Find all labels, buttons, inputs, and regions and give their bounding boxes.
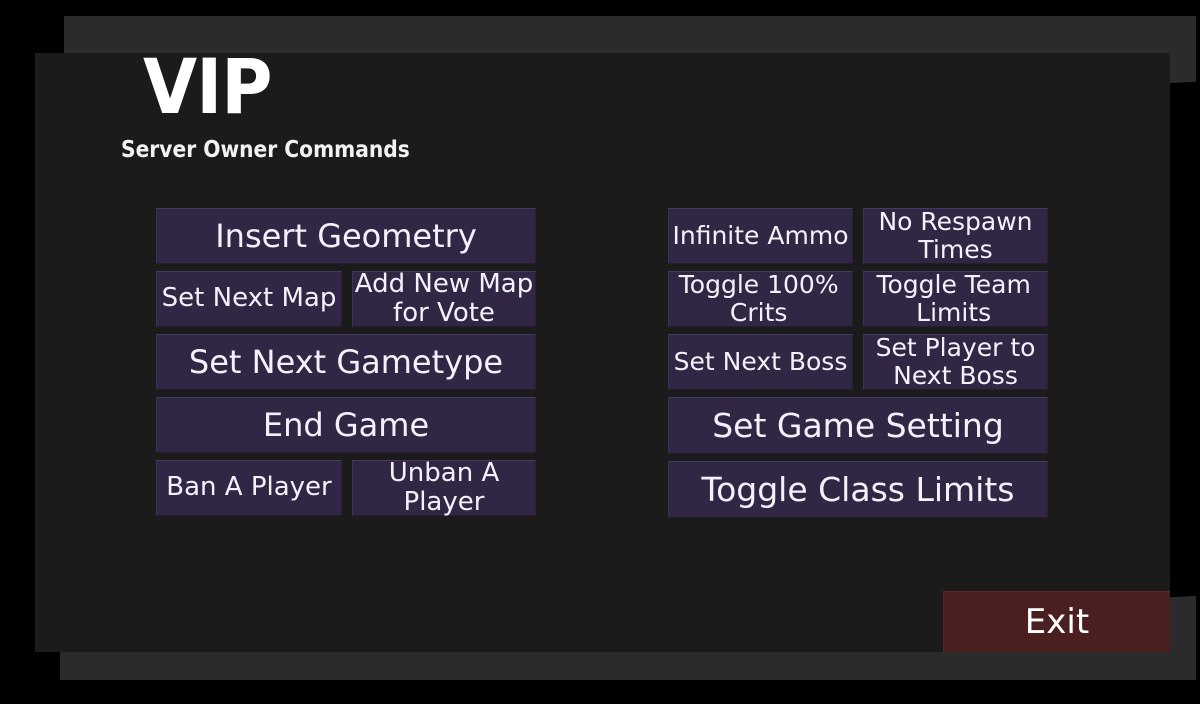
button-label: Toggle Team Limits (876, 270, 1031, 327)
button-label: Unban A Player (388, 457, 500, 517)
infinite-ammo-button[interactable]: Infinite Ammo (668, 208, 853, 264)
button-row: Set Next Map Add New Map for Vote (156, 268, 536, 328)
insert-geometry-button[interactable]: Insert Geometry (156, 208, 536, 264)
toggle-class-limits-button[interactable]: Toggle Class Limits (668, 461, 1048, 518)
button-label: Set Player to Next Boss (875, 333, 1036, 390)
button-label: Infinite Ammo (672, 221, 849, 250)
button-label: Toggle 100% Crits (678, 270, 839, 327)
button-row: Set Next Gametype (156, 334, 536, 390)
exit-button[interactable]: Exit (943, 591, 1170, 652)
exit-button-label: Exit (1024, 602, 1090, 642)
button-label: Insert Geometry (215, 217, 477, 255)
button-label: Add New Map for Vote (354, 268, 534, 328)
button-row: Set Game Setting (668, 397, 1048, 454)
button-label: No Respawn Times (878, 207, 1033, 264)
add-new-map-for-vote-button[interactable]: Add New Map for Vote (352, 268, 536, 328)
end-game-button[interactable]: End Game (156, 397, 536, 453)
toggle-100-percent-crits-button[interactable]: Toggle 100% Crits (668, 271, 853, 327)
button-label: Set Next Boss (673, 347, 848, 376)
set-game-setting-button[interactable]: Set Game Setting (668, 397, 1048, 454)
button-row: Insert Geometry (156, 208, 536, 264)
left-command-column: Insert Geometry Set Next Map Add New Map… (156, 208, 536, 523)
button-row: Ban A Player Unban A Player (156, 457, 536, 517)
button-label: Set Game Setting (712, 406, 1004, 445)
vip-menu-screen: VIP Server Owner Commands Insert Geometr… (0, 0, 1200, 704)
button-row: Infinite Ammo No Respawn Times (668, 208, 1048, 264)
set-player-to-next-boss-button[interactable]: Set Player to Next Boss (863, 334, 1048, 390)
button-row: Set Next Boss Set Player to Next Boss (668, 334, 1048, 390)
ban-a-player-button[interactable]: Ban A Player (156, 460, 342, 516)
button-label: Set Next Gametype (188, 343, 504, 381)
set-next-boss-button[interactable]: Set Next Boss (668, 334, 853, 390)
right-command-column: Infinite Ammo No Respawn Times Toggle 10… (668, 208, 1048, 525)
button-label: Ban A Player (166, 472, 332, 503)
panel-header: VIP Server Owner Commands (121, 42, 843, 164)
set-next-map-button[interactable]: Set Next Map (156, 271, 342, 327)
toggle-team-limits-button[interactable]: Toggle Team Limits (863, 271, 1048, 327)
vip-panel: VIP Server Owner Commands Insert Geometr… (35, 45, 1170, 652)
page-title: VIP (143, 42, 273, 131)
button-row: Toggle Class Limits (668, 461, 1048, 518)
button-label: End Game (262, 406, 430, 444)
no-respawn-times-button[interactable]: No Respawn Times (863, 208, 1048, 264)
button-label: Set Next Map (161, 283, 337, 314)
button-row: Toggle 100% Crits Toggle Team Limits (668, 271, 1048, 327)
unban-a-player-button[interactable]: Unban A Player (352, 457, 536, 517)
button-label: Toggle Class Limits (701, 470, 1015, 509)
set-next-gametype-button[interactable]: Set Next Gametype (156, 334, 536, 390)
page-subtitle: Server Owner Commands (121, 137, 410, 163)
button-row: End Game (156, 397, 536, 453)
